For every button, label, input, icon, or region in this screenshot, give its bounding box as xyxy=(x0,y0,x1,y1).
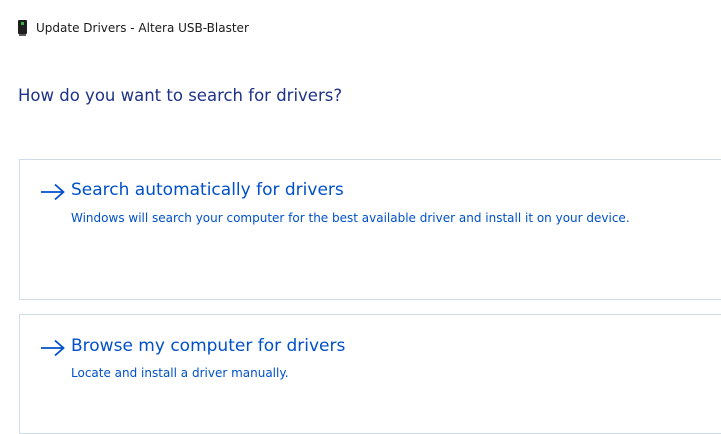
browse-computer-title: Browse my computer for drivers xyxy=(71,336,346,356)
page-heading: How do you want to search for drivers? xyxy=(18,86,343,105)
search-automatically-description: Windows will search your computer for th… xyxy=(71,211,630,225)
title-bar: Update Drivers - Altera USB-Blaster xyxy=(18,18,249,38)
arrow-right-icon xyxy=(41,183,65,201)
browse-computer-option[interactable]: Browse my computer for drivers Locate an… xyxy=(19,314,721,434)
window-title: Update Drivers - Altera USB-Blaster xyxy=(36,21,249,35)
search-automatically-option[interactable]: Search automatically for drivers Windows… xyxy=(19,159,721,300)
usb-device-icon xyxy=(18,20,27,36)
search-automatically-title: Search automatically for drivers xyxy=(71,180,344,200)
arrow-right-icon xyxy=(41,339,65,357)
browse-computer-description: Locate and install a driver manually. xyxy=(71,366,289,380)
